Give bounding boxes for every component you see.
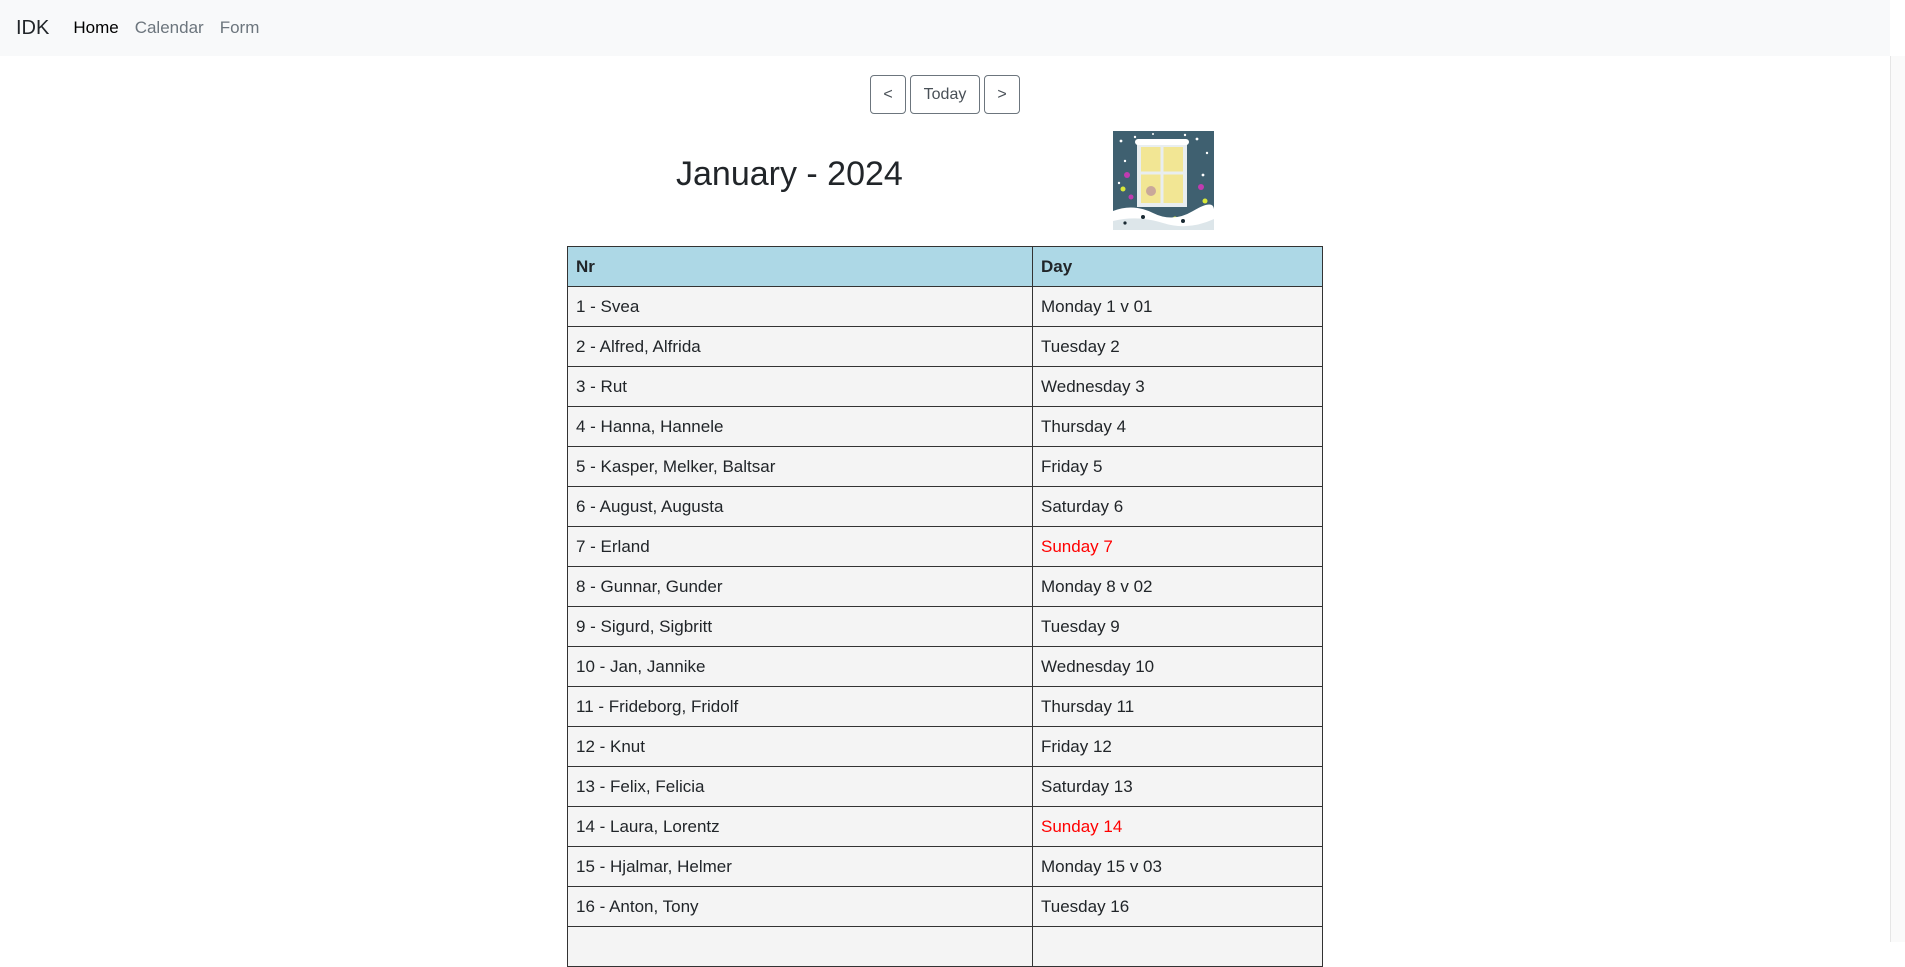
- table-row: 6 - August, Augusta Saturday 6: [567, 486, 1323, 527]
- table-row: 2 - Alfred, Alfrida Tuesday 2: [567, 326, 1323, 367]
- cell-day: [1032, 926, 1323, 967]
- table-row: 7 - Erland Sunday 7: [567, 526, 1323, 567]
- table-row: 9 - Sigurd, Sigbritt Tuesday 9: [567, 606, 1323, 647]
- cell-nr: 16 - Anton, Tony: [567, 886, 1033, 927]
- cell-day: Thursday 11: [1032, 686, 1323, 727]
- snowy-window-image: [1113, 131, 1214, 230]
- month-title: January - 2024: [676, 155, 903, 193]
- prev-month-button[interactable]: <: [870, 75, 906, 114]
- cell-day: Tuesday 16: [1032, 886, 1323, 927]
- table-header-row: Nr Day: [567, 246, 1323, 287]
- cell-nr: 2 - Alfred, Alfrida: [567, 326, 1033, 367]
- cell-nr: 11 - Frideborg, Fridolf: [567, 686, 1033, 727]
- cell-nr: 8 - Gunnar, Gunder: [567, 566, 1033, 607]
- cell-day: Wednesday 10: [1032, 646, 1323, 687]
- cell-day: Monday 15 v 03: [1032, 846, 1323, 887]
- nav-link-calendar[interactable]: Calendar: [127, 18, 212, 38]
- table-row: 14 - Laura, Lorentz Sunday 14: [567, 806, 1323, 847]
- table-row: [567, 926, 1323, 967]
- cell-day: Thursday 4: [1032, 406, 1323, 447]
- cell-day: Monday 1 v 01: [1032, 286, 1323, 327]
- page-scrollbar[interactable]: [1890, 56, 1905, 942]
- nav-link-form[interactable]: Form: [212, 18, 268, 38]
- table-row: 4 - Hanna, Hannele Thursday 4: [567, 406, 1323, 447]
- name-day-table: Nr Day 1 - Svea Monday 1 v 01 2 - Alfred…: [567, 246, 1323, 967]
- table-row: 15 - Hjalmar, Helmer Monday 15 v 03: [567, 846, 1323, 887]
- nav-links: Home Calendar Form: [65, 18, 267, 38]
- brand-link[interactable]: IDK: [16, 17, 49, 40]
- column-header-day: Day: [1032, 246, 1323, 287]
- cell-nr: 15 - Hjalmar, Helmer: [567, 846, 1033, 887]
- table-row: 1 - Svea Monday 1 v 01: [567, 286, 1323, 327]
- month-controls: < Today >: [870, 75, 1020, 114]
- table-row: 3 - Rut Wednesday 3: [567, 366, 1323, 407]
- table-row: 13 - Felix, Felicia Saturday 13: [567, 766, 1323, 807]
- cell-nr: 12 - Knut: [567, 726, 1033, 767]
- cell-nr: 9 - Sigurd, Sigbritt: [567, 606, 1033, 647]
- cell-day: Friday 12: [1032, 726, 1323, 767]
- cell-day: Saturday 13: [1032, 766, 1323, 807]
- cell-day: Tuesday 2: [1032, 326, 1323, 367]
- table-row: 16 - Anton, Tony Tuesday 16: [567, 886, 1323, 927]
- column-header-nr: Nr: [567, 246, 1033, 287]
- cell-day-sunday: Sunday 7: [1032, 526, 1323, 567]
- top-navbar: IDK Home Calendar Form: [0, 0, 1890, 56]
- cell-nr: 4 - Hanna, Hannele: [567, 406, 1033, 447]
- cell-nr: 13 - Felix, Felicia: [567, 766, 1033, 807]
- cell-day: Tuesday 9: [1032, 606, 1323, 647]
- cell-nr: 5 - Kasper, Melker, Baltsar: [567, 446, 1033, 487]
- cell-day: Saturday 6: [1032, 486, 1323, 527]
- cell-day: Friday 5: [1032, 446, 1323, 487]
- table-row: 11 - Frideborg, Fridolf Thursday 11: [567, 686, 1323, 727]
- table-row: 8 - Gunnar, Gunder Monday 8 v 02: [567, 566, 1323, 607]
- cell-nr: 14 - Laura, Lorentz: [567, 806, 1033, 847]
- cell-nr: 10 - Jan, Jannike: [567, 646, 1033, 687]
- today-button[interactable]: Today: [910, 75, 980, 114]
- cell-day-sunday: Sunday 14: [1032, 806, 1323, 847]
- cell-day: Monday 8 v 02: [1032, 566, 1323, 607]
- cell-nr: 1 - Svea: [567, 286, 1033, 327]
- cell-nr: 7 - Erland: [567, 526, 1033, 567]
- cell-nr: 6 - August, Augusta: [567, 486, 1033, 527]
- cell-nr: [567, 926, 1033, 967]
- cell-day: Wednesday 3: [1032, 366, 1323, 407]
- nav-link-home[interactable]: Home: [65, 18, 126, 38]
- cell-nr: 3 - Rut: [567, 366, 1033, 407]
- table-row: 12 - Knut Friday 12: [567, 726, 1323, 767]
- table-row: 10 - Jan, Jannike Wednesday 10: [567, 646, 1323, 687]
- table-row: 5 - Kasper, Melker, Baltsar Friday 5: [567, 446, 1323, 487]
- next-month-button[interactable]: >: [984, 75, 1020, 114]
